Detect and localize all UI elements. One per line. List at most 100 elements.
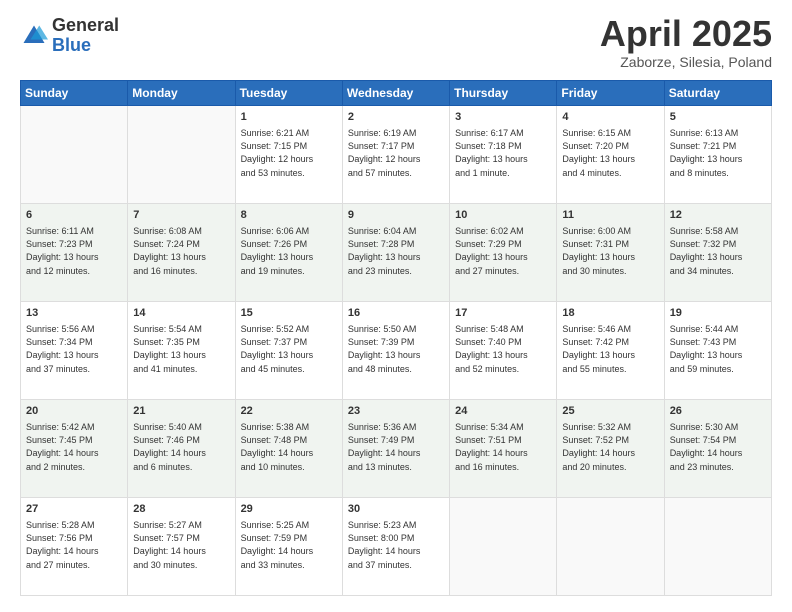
- calendar-cell: 24 Sunrise: 5:34 AM Sunset: 7:51 PM Dayli…: [450, 400, 557, 498]
- calendar-cell: 9Sunrise: 6:04 AM Sunset: 7:28 PM Daylig…: [342, 204, 449, 302]
- calendar-cell: 7Sunrise: 6:08 AM Sunset: 7:24 PM Daylig…: [128, 204, 235, 302]
- day-number: 3: [455, 110, 551, 125]
- calendar-cell: 19Sunrise: 5:44 AM Sunset: 7:43 PM Dayli…: [664, 302, 771, 400]
- logo-text: General Blue: [52, 16, 119, 56]
- calendar-cell: 11 Sunrise: 6:00 AM Sunset: 7:31 PM Dayli…: [557, 204, 664, 302]
- calendar-week-3: 20Sunrise: 5:42 AM Sunset: 7:45 PM Dayli…: [21, 400, 772, 498]
- title-block: April 2025 Zaborze, Silesia, Poland: [600, 16, 772, 70]
- calendar-header-row: SundayMondayTuesdayWednesdayThursdayFrid…: [21, 81, 772, 106]
- cell-info: Sunrise: 5:23 AM Sunset: 8:00 PM Dayligh…: [348, 519, 444, 571]
- logo-icon: [20, 22, 48, 50]
- calendar-cell: 22 Sunrise: 5:38 AM Sunset: 7:48 PM Dayli…: [235, 400, 342, 498]
- calendar-cell: [450, 498, 557, 596]
- day-number: 14: [133, 306, 229, 321]
- calendar-week-4: 27 Sunrise: 5:28 AM Sunset: 7:56 PM Dayli…: [21, 498, 772, 596]
- day-number: 10: [455, 208, 551, 223]
- cell-info: Sunrise: 5:52 AM Sunset: 7:37 PM Dayligh…: [241, 323, 337, 375]
- day-number: 18: [562, 306, 658, 321]
- day-number: 4: [562, 110, 658, 125]
- day-number: 12: [670, 208, 766, 223]
- calendar-cell: 25 Sunrise: 5:32 AM Sunset: 7:52 PM Dayli…: [557, 400, 664, 498]
- day-number: 27: [26, 502, 122, 517]
- day-number: 22: [241, 404, 337, 419]
- calendar-week-1: 6 Sunrise: 6:11 AM Sunset: 7:23 PM Daylig…: [21, 204, 772, 302]
- calendar-cell: [557, 498, 664, 596]
- day-number: 24: [455, 404, 551, 419]
- day-number: 19: [670, 306, 766, 321]
- header-sunday: Sunday: [21, 81, 128, 106]
- calendar-cell: 3 Sunrise: 6:17 AM Sunset: 7:18 PM Daylig…: [450, 106, 557, 204]
- calendar-cell: 16 Sunrise: 5:50 AM Sunset: 7:39 PM Dayli…: [342, 302, 449, 400]
- calendar-cell: 30 Sunrise: 5:23 AM Sunset: 8:00 PM Dayli…: [342, 498, 449, 596]
- header-friday: Friday: [557, 81, 664, 106]
- day-number: 11: [562, 208, 658, 223]
- header-thursday: Thursday: [450, 81, 557, 106]
- cell-info: Sunrise: 5:56 AM Sunset: 7:34 PM Dayligh…: [26, 323, 122, 375]
- cell-info: Sunrise: 6:17 AM Sunset: 7:18 PM Dayligh…: [455, 127, 551, 179]
- calendar-cell: 23Sunrise: 5:36 AM Sunset: 7:49 PM Dayli…: [342, 400, 449, 498]
- calendar-week-0: 1Sunrise: 6:21 AM Sunset: 7:15 PM Daylig…: [21, 106, 772, 204]
- cell-info: Sunrise: 5:34 AM Sunset: 7:51 PM Dayligh…: [455, 421, 551, 473]
- header: General Blue April 2025 Zaborze, Silesia…: [20, 16, 772, 70]
- day-number: 13: [26, 306, 122, 321]
- day-number: 25: [562, 404, 658, 419]
- calendar-cell: 17 Sunrise: 5:48 AM Sunset: 7:40 PM Dayli…: [450, 302, 557, 400]
- calendar-cell: 28Sunrise: 5:27 AM Sunset: 7:57 PM Dayli…: [128, 498, 235, 596]
- calendar-cell: 12 Sunrise: 5:58 AM Sunset: 7:32 PM Dayli…: [664, 204, 771, 302]
- calendar-week-2: 13 Sunrise: 5:56 AM Sunset: 7:34 PM Dayli…: [21, 302, 772, 400]
- logo-general-text: General: [52, 16, 119, 36]
- cell-info: Sunrise: 5:58 AM Sunset: 7:32 PM Dayligh…: [670, 225, 766, 277]
- calendar-cell: 8 Sunrise: 6:06 AM Sunset: 7:26 PM Daylig…: [235, 204, 342, 302]
- cell-info: Sunrise: 6:02 AM Sunset: 7:29 PM Dayligh…: [455, 225, 551, 277]
- calendar-cell: 15Sunrise: 5:52 AM Sunset: 7:37 PM Dayli…: [235, 302, 342, 400]
- calendar-cell: 13 Sunrise: 5:56 AM Sunset: 7:34 PM Dayli…: [21, 302, 128, 400]
- day-number: 1: [241, 110, 337, 125]
- calendar-cell: [664, 498, 771, 596]
- cell-info: Sunrise: 6:13 AM Sunset: 7:21 PM Dayligh…: [670, 127, 766, 179]
- calendar-cell: [21, 106, 128, 204]
- cell-info: Sunrise: 5:28 AM Sunset: 7:56 PM Dayligh…: [26, 519, 122, 571]
- cell-info: Sunrise: 6:19 AM Sunset: 7:17 PM Dayligh…: [348, 127, 444, 179]
- calendar-cell: 26 Sunrise: 5:30 AM Sunset: 7:54 PM Dayli…: [664, 400, 771, 498]
- calendar-cell: 6 Sunrise: 6:11 AM Sunset: 7:23 PM Daylig…: [21, 204, 128, 302]
- cell-info: Sunrise: 5:50 AM Sunset: 7:39 PM Dayligh…: [348, 323, 444, 375]
- cell-info: Sunrise: 5:36 AM Sunset: 7:49 PM Dayligh…: [348, 421, 444, 473]
- day-number: 30: [348, 502, 444, 517]
- day-number: 7: [133, 208, 229, 223]
- day-number: 21: [133, 404, 229, 419]
- calendar-cell: 27 Sunrise: 5:28 AM Sunset: 7:56 PM Dayli…: [21, 498, 128, 596]
- header-monday: Monday: [128, 81, 235, 106]
- cell-info: Sunrise: 6:11 AM Sunset: 7:23 PM Dayligh…: [26, 225, 122, 277]
- cell-info: Sunrise: 6:06 AM Sunset: 7:26 PM Dayligh…: [241, 225, 337, 277]
- day-number: 17: [455, 306, 551, 321]
- calendar-cell: 5 Sunrise: 6:13 AM Sunset: 7:21 PM Daylig…: [664, 106, 771, 204]
- day-number: 2: [348, 110, 444, 125]
- day-number: 29: [241, 502, 337, 517]
- cell-info: Sunrise: 5:40 AM Sunset: 7:46 PM Dayligh…: [133, 421, 229, 473]
- cell-info: Sunrise: 5:38 AM Sunset: 7:48 PM Dayligh…: [241, 421, 337, 473]
- day-number: 16: [348, 306, 444, 321]
- cell-info: Sunrise: 5:27 AM Sunset: 7:57 PM Dayligh…: [133, 519, 229, 571]
- cell-info: Sunrise: 6:00 AM Sunset: 7:31 PM Dayligh…: [562, 225, 658, 277]
- header-tuesday: Tuesday: [235, 81, 342, 106]
- calendar-cell: [128, 106, 235, 204]
- cell-info: Sunrise: 5:48 AM Sunset: 7:40 PM Dayligh…: [455, 323, 551, 375]
- calendar-cell: 18Sunrise: 5:46 AM Sunset: 7:42 PM Dayli…: [557, 302, 664, 400]
- header-saturday: Saturday: [664, 81, 771, 106]
- cell-info: Sunrise: 5:25 AM Sunset: 7:59 PM Dayligh…: [241, 519, 337, 571]
- calendar-cell: 29 Sunrise: 5:25 AM Sunset: 7:59 PM Dayli…: [235, 498, 342, 596]
- cell-info: Sunrise: 5:32 AM Sunset: 7:52 PM Dayligh…: [562, 421, 658, 473]
- title-location: Zaborze, Silesia, Poland: [600, 54, 772, 70]
- day-number: 26: [670, 404, 766, 419]
- cell-info: Sunrise: 5:30 AM Sunset: 7:54 PM Dayligh…: [670, 421, 766, 473]
- day-number: 6: [26, 208, 122, 223]
- title-month: April 2025: [600, 16, 772, 52]
- page: General Blue April 2025 Zaborze, Silesia…: [0, 0, 792, 612]
- day-number: 8: [241, 208, 337, 223]
- day-number: 5: [670, 110, 766, 125]
- logo: General Blue: [20, 16, 119, 56]
- calendar-cell: 14Sunrise: 5:54 AM Sunset: 7:35 PM Dayli…: [128, 302, 235, 400]
- calendar-cell: 20Sunrise: 5:42 AM Sunset: 7:45 PM Dayli…: [21, 400, 128, 498]
- cell-info: Sunrise: 5:42 AM Sunset: 7:45 PM Dayligh…: [26, 421, 122, 473]
- calendar-cell: 2 Sunrise: 6:19 AM Sunset: 7:17 PM Daylig…: [342, 106, 449, 204]
